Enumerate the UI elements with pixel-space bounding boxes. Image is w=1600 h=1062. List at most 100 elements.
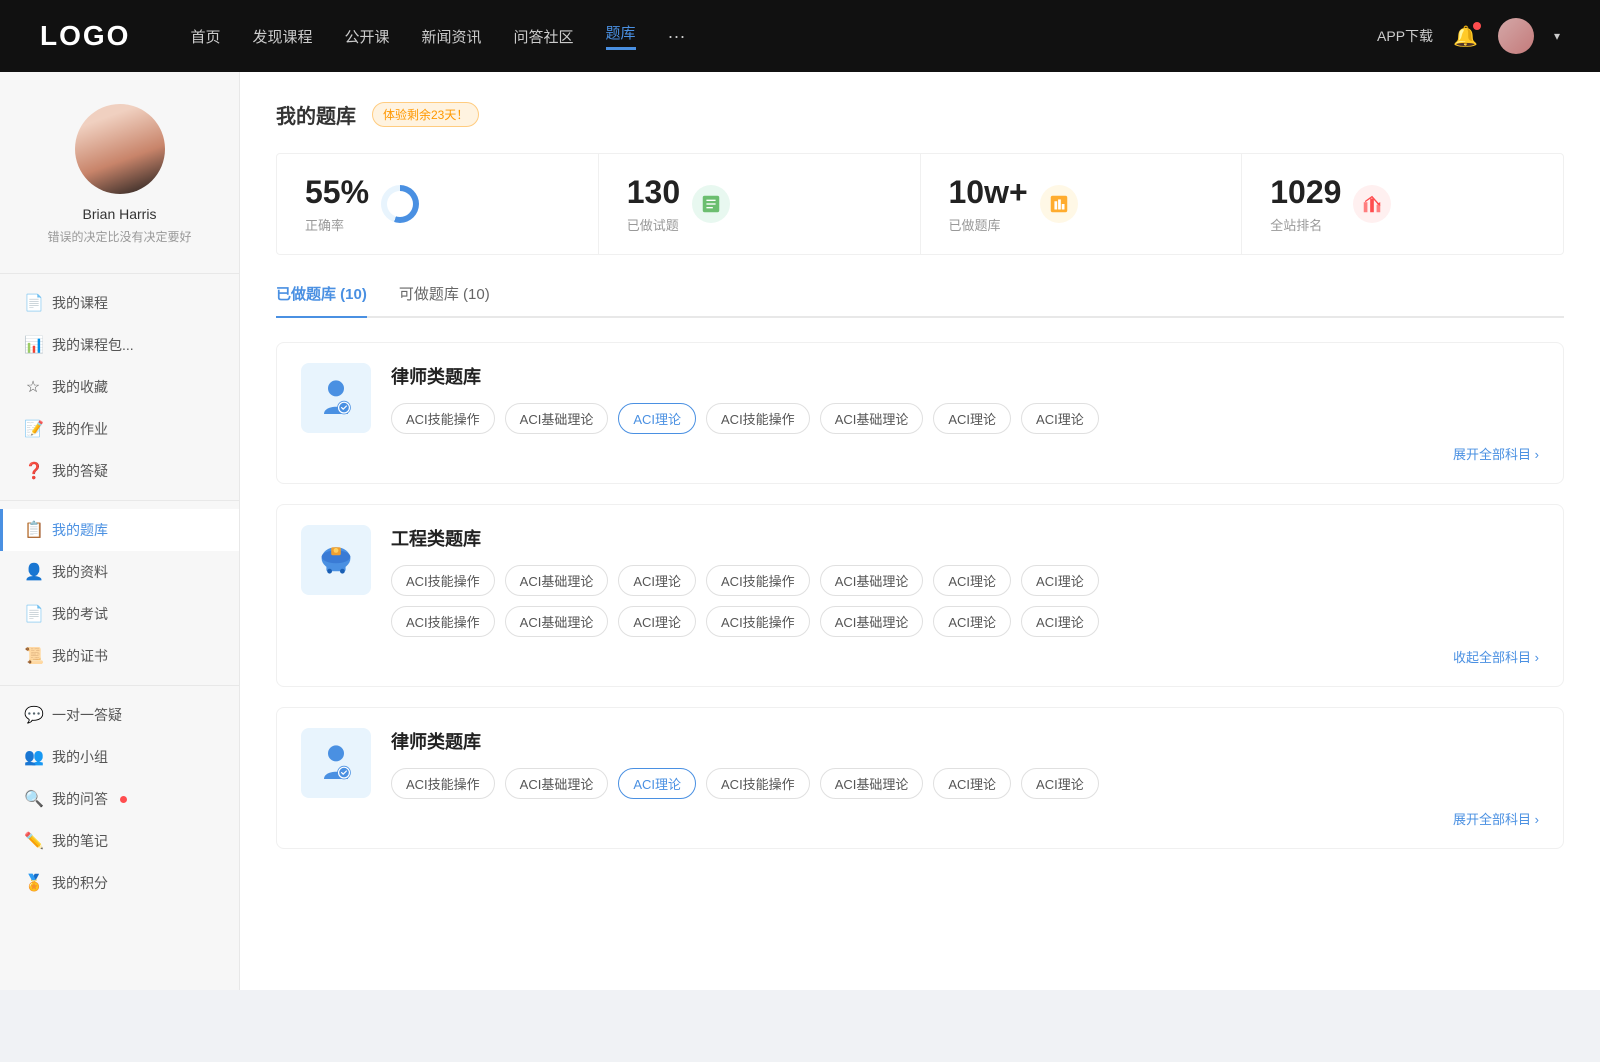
tag-eng1-2[interactable]: ACI理论 [618, 565, 696, 596]
tag-eng1-4[interactable]: ACI基础理论 [820, 565, 924, 596]
tag-eng2-4[interactable]: ACI基础理论 [820, 606, 924, 637]
tag-lawyer2-0[interactable]: ACI技能操作 [391, 768, 495, 799]
tag-eng1-0[interactable]: ACI技能操作 [391, 565, 495, 596]
category-title-lawyer2: 律师类题库 [391, 728, 1539, 754]
done-banks-label: 已做题库 [949, 215, 1028, 234]
tag-lawyer1-2[interactable]: ACI理论 [618, 403, 696, 434]
expand-btn-lawyer2[interactable]: 展开全部科目 › [1453, 809, 1539, 828]
category-header-engineer: 工程类题库 ACI技能操作 ACI基础理论 ACI理论 ACI技能操作 ACI基… [301, 525, 1539, 637]
star-icon: ☆ [24, 377, 42, 397]
sidebar-item-group[interactable]: 👥 我的小组 [0, 736, 239, 778]
accuracy-label: 正确率 [305, 215, 369, 234]
nav-link-news[interactable]: 新闻资讯 [422, 26, 482, 47]
sidebar-item-one2one[interactable]: 💬 一对一答疑 [0, 694, 239, 736]
tag-lawyer2-3[interactable]: ACI技能操作 [706, 768, 810, 799]
nav-link-qa[interactable]: 问答社区 [514, 26, 574, 47]
tag-lawyer1-4[interactable]: ACI基础理论 [820, 403, 924, 434]
sidebar-item-homework[interactable]: 📝 我的作业 [0, 408, 239, 450]
tag-lawyer2-4[interactable]: ACI基础理论 [820, 768, 924, 799]
nav-links: 首页 发现课程 公开课 新闻资讯 问答社区 题库 ··· [190, 22, 1377, 50]
sidebar-item-points[interactable]: 🏅 我的积分 [0, 862, 239, 904]
tag-eng2-5[interactable]: ACI理论 [933, 606, 1011, 637]
points-icon: 🏅 [24, 873, 42, 893]
tag-lawyer1-5[interactable]: ACI理论 [933, 403, 1011, 434]
sidebar-divider-2 [0, 500, 239, 501]
tab-done[interactable]: 已做题库 (10) [276, 283, 367, 316]
tags-row-engineer-2: ACI技能操作 ACI基础理论 ACI理论 ACI技能操作 ACI基础理论 AC… [391, 606, 1539, 637]
category-title-engineer: 工程类题库 [391, 525, 1539, 551]
sidebar-item-myqa[interactable]: 🔍 我的问答 [0, 778, 239, 820]
tag-eng2-3[interactable]: ACI技能操作 [706, 606, 810, 637]
avatar[interactable] [1498, 18, 1534, 54]
tag-eng2-6[interactable]: ACI理论 [1021, 606, 1099, 637]
avatar-image [1498, 18, 1534, 54]
category-card-lawyer1: 律师类题库 ACI技能操作 ACI基础理论 ACI理论 ACI技能操作 ACI基… [276, 342, 1564, 484]
tag-lawyer2-2[interactable]: ACI理论 [618, 768, 696, 799]
user-dropdown-caret[interactable]: ▾ [1554, 29, 1560, 43]
tag-lawyer2-6[interactable]: ACI理论 [1021, 768, 1099, 799]
tag-eng1-1[interactable]: ACI基础理论 [505, 565, 609, 596]
tags-row-lawyer2: ACI技能操作 ACI基础理论 ACI理论 ACI技能操作 ACI基础理论 AC… [391, 768, 1539, 799]
tag-eng2-2[interactable]: ACI理论 [618, 606, 696, 637]
sidebar-item-mycourse[interactable]: 📄 我的课程 [0, 282, 239, 324]
page-layout: Brian Harris 错误的决定比没有决定要好 📄 我的课程 📊 我的课程包… [0, 72, 1600, 990]
nav-bell[interactable]: 🔔 [1453, 24, 1478, 49]
tag-lawyer1-1[interactable]: ACI基础理论 [505, 403, 609, 434]
nav-app-download[interactable]: APP下载 [1377, 26, 1433, 46]
expand-btn-lawyer1[interactable]: 展开全部科目 › [1453, 444, 1539, 463]
tag-lawyer2-1[interactable]: ACI基础理论 [505, 768, 609, 799]
category-header-lawyer2: 律师类题库 ACI技能操作 ACI基础理论 ACI理论 ACI技能操作 ACI基… [301, 728, 1539, 799]
tag-lawyer1-3[interactable]: ACI技能操作 [706, 403, 810, 434]
course-icon: 📄 [24, 293, 42, 313]
sidebar-item-qa[interactable]: ❓ 我的答疑 [0, 450, 239, 492]
navbar: LOGO 首页 发现课程 公开课 新闻资讯 问答社区 题库 ··· APP下载 … [0, 0, 1600, 72]
sidebar-item-coursepackage[interactable]: 📊 我的课程包... [0, 324, 239, 366]
tag-lawyer1-0[interactable]: ACI技能操作 [391, 403, 495, 434]
qa-notification-dot [120, 796, 127, 803]
page-header: 我的题库 体验剩余23天！ [276, 100, 1564, 129]
ranking-icon [1353, 185, 1391, 223]
nav-link-discover[interactable]: 发现课程 [252, 26, 312, 47]
tag-eng2-1[interactable]: ACI基础理论 [505, 606, 609, 637]
accuracy-chart [381, 185, 419, 223]
tag-eng1-6[interactable]: ACI理论 [1021, 565, 1099, 596]
exam-icon: 📄 [24, 604, 42, 624]
coursepackage-icon: 📊 [24, 335, 42, 355]
tag-eng2-0[interactable]: ACI技能操作 [391, 606, 495, 637]
category-card-engineer1: 工程类题库 ACI技能操作 ACI基础理论 ACI理论 ACI技能操作 ACI基… [276, 504, 1564, 687]
tag-lawyer2-5[interactable]: ACI理论 [933, 768, 1011, 799]
collapse-btn-engineer[interactable]: 收起全部科目 › [1453, 647, 1539, 666]
stats-row: 55% 正确率 130 已做试题 [276, 153, 1564, 255]
sidebar-item-favorites[interactable]: ☆ 我的收藏 [0, 366, 239, 408]
main-content: 我的题库 体验剩余23天！ 55% 正确率 130 已做试题 [240, 72, 1600, 990]
done-questions-label: 已做试题 [627, 215, 680, 234]
notes-icon: ✏️ [24, 831, 42, 851]
ranking-value: 1029 [1270, 174, 1341, 211]
nav-link-more[interactable]: ··· [668, 26, 686, 47]
tab-todo[interactable]: 可做题库 (10) [399, 283, 490, 316]
sidebar-item-questionbank[interactable]: 📋 我的题库 [0, 509, 239, 551]
profile-avatar[interactable] [75, 104, 165, 194]
nav-link-opencourse[interactable]: 公开课 [344, 26, 389, 47]
sidebar-divider-1 [0, 273, 239, 274]
myqa-icon: 🔍 [24, 789, 42, 809]
done-banks-text: 10w+ 已做题库 [949, 174, 1028, 234]
tag-eng1-5[interactable]: ACI理论 [933, 565, 1011, 596]
category-content-lawyer2: 律师类题库 ACI技能操作 ACI基础理论 ACI理论 ACI技能操作 ACI基… [391, 728, 1539, 799]
profile-motto: 错误的决定比没有决定要好 [47, 228, 191, 245]
sidebar-profile: Brian Harris 错误的决定比没有决定要好 [0, 72, 239, 265]
sidebar: Brian Harris 错误的决定比没有决定要好 📄 我的课程 📊 我的课程包… [0, 72, 240, 990]
done-banks-value: 10w+ [949, 174, 1028, 211]
sidebar-item-notes[interactable]: ✏️ 我的笔记 [0, 820, 239, 862]
sidebar-item-mydata[interactable]: 👤 我的资料 [0, 551, 239, 593]
category-icon-engineer [301, 525, 371, 595]
sidebar-item-exam[interactable]: 📄 我的考试 [0, 593, 239, 635]
nav-link-home[interactable]: 首页 [190, 26, 220, 47]
category-title-lawyer1: 律师类题库 [391, 363, 1539, 389]
tag-eng1-3[interactable]: ACI技能操作 [706, 565, 810, 596]
sidebar-item-certificate[interactable]: 📜 我的证书 [0, 635, 239, 677]
tag-lawyer1-6[interactable]: ACI理论 [1021, 403, 1099, 434]
nav-right: APP下载 🔔 ▾ [1377, 18, 1560, 54]
avatar-image [75, 104, 165, 194]
nav-link-questionbank[interactable]: 题库 [606, 22, 636, 50]
